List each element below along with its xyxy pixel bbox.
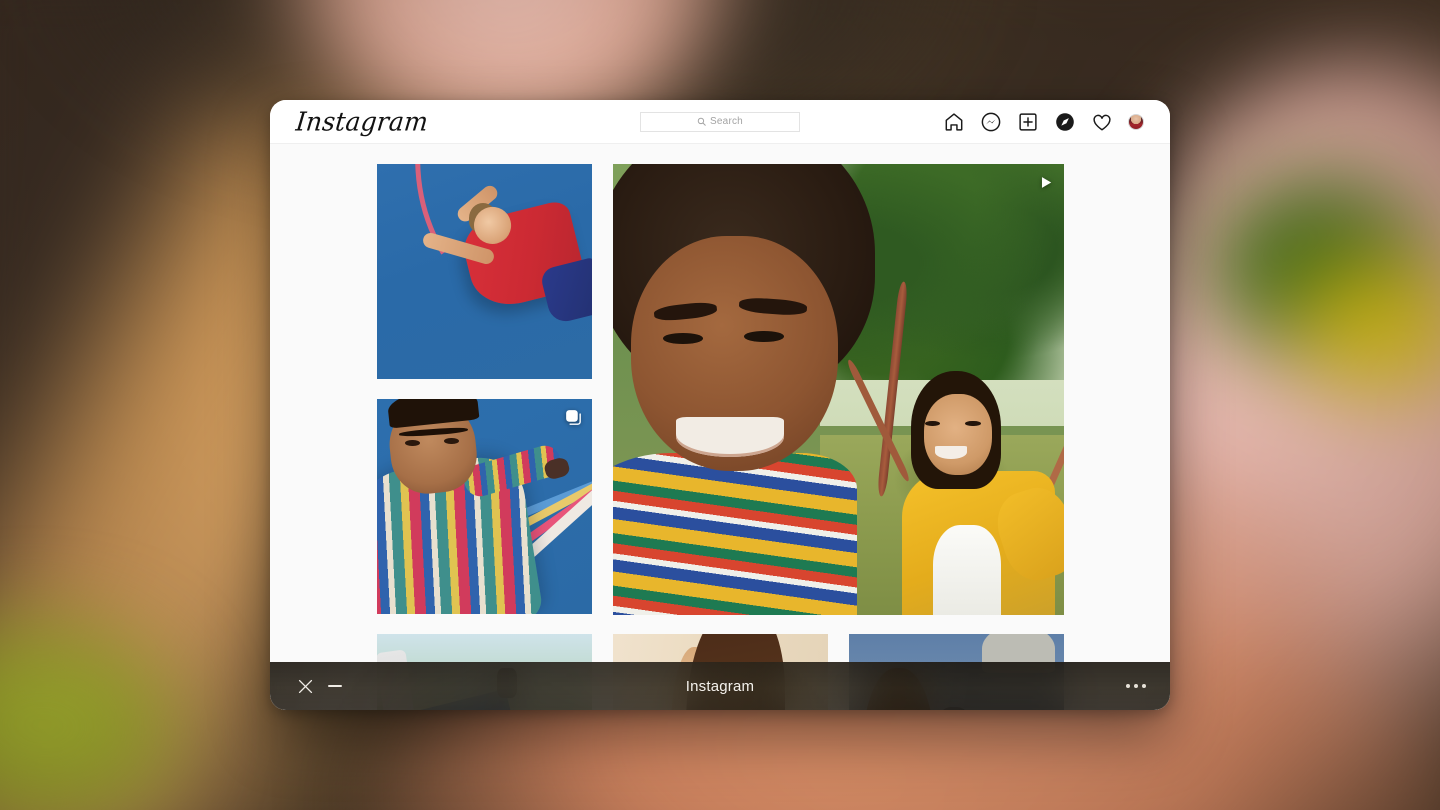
desktop-background: Instagram Search xyxy=(0,0,1440,810)
post-tile-featured[interactable] xyxy=(613,164,1064,615)
nav-icon-group xyxy=(943,111,1144,133)
more-options-icon[interactable] xyxy=(1122,678,1150,694)
post-image xyxy=(377,399,592,614)
carousel-icon xyxy=(565,409,582,426)
instagram-logo[interactable]: Instagram xyxy=(294,106,429,136)
home-icon[interactable] xyxy=(943,111,965,133)
video-play-icon xyxy=(1037,174,1054,191)
post-tile[interactable] xyxy=(377,399,592,614)
profile-avatar[interactable] xyxy=(1128,114,1144,130)
explore-icon[interactable] xyxy=(1054,111,1076,133)
taskbar-title: Instagram xyxy=(270,678,1170,695)
search-placeholder: Search xyxy=(710,116,743,127)
search-input[interactable]: Search xyxy=(640,112,800,132)
window-taskbar: Instagram xyxy=(270,662,1170,710)
messenger-icon[interactable] xyxy=(980,111,1002,133)
post-image xyxy=(377,164,592,379)
minimize-icon[interactable] xyxy=(320,671,350,701)
instagram-window: Instagram Search xyxy=(270,100,1170,710)
post-grid[interactable] xyxy=(270,144,1170,710)
activity-heart-icon[interactable] xyxy=(1091,111,1113,133)
search-icon xyxy=(697,113,706,131)
close-icon[interactable] xyxy=(290,671,320,701)
post-tile[interactable] xyxy=(377,164,592,379)
instagram-header: Instagram Search xyxy=(270,100,1170,144)
new-post-icon[interactable] xyxy=(1017,111,1039,133)
post-image xyxy=(613,164,1064,615)
